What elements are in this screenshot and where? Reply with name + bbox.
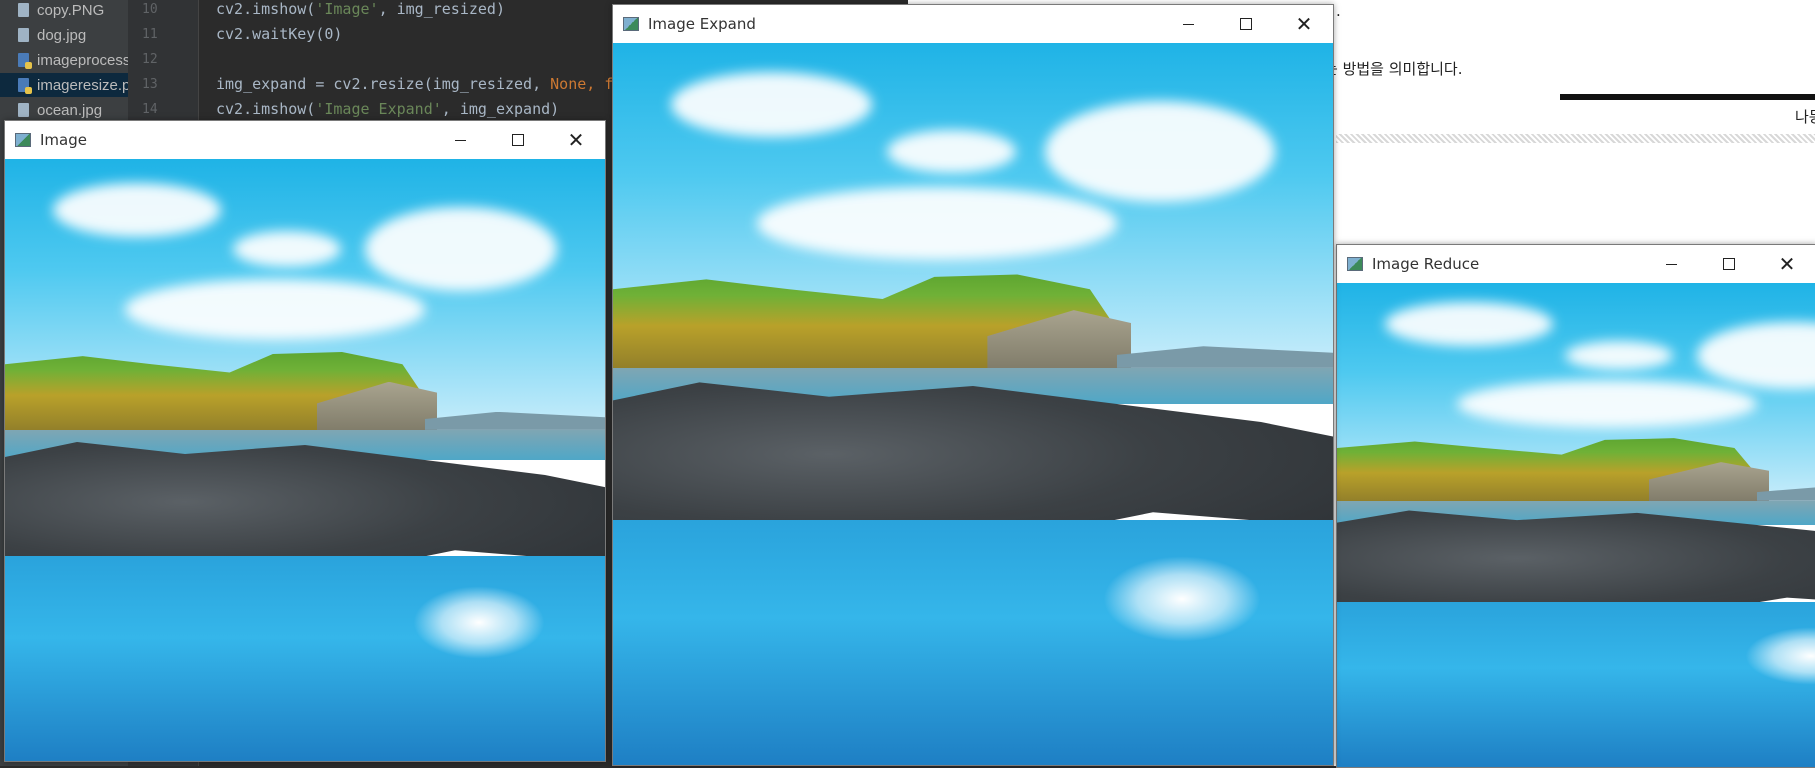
window-title: Image Reduce (1372, 255, 1480, 273)
document-divider (1336, 134, 1815, 143)
code-string: 'Image Expand' (315, 100, 442, 118)
app-icon (623, 17, 639, 31)
code-text: , img_resized) (378, 0, 505, 18)
code-line[interactable]: img_expand = cv2.resize(img_resized, Non… (216, 75, 613, 93)
image-canvas (1337, 283, 1815, 767)
line-number: 11 (142, 27, 158, 42)
code-line[interactable]: cv2.waitKey(0) (216, 25, 342, 43)
code-line[interactable]: cv2.imshow('Image', img_resized) (216, 0, 505, 18)
code-keyword: None, f (550, 75, 614, 93)
file-item-selected[interactable]: imageresize.py (0, 73, 128, 97)
line-number: 12 (142, 52, 158, 67)
window-titlebar[interactable]: Image Reduce ✕ (1337, 245, 1815, 283)
line-number: 14 (142, 102, 158, 117)
code-text: cv2.imshow( (216, 0, 316, 18)
maximize-button[interactable] (489, 121, 547, 159)
document-rule (1560, 94, 1815, 100)
file-item[interactable]: copy.PNG (0, 0, 128, 22)
file-name: copy.PNG (37, 1, 105, 19)
image-reduce-window[interactable]: Image Reduce ✕ (1336, 244, 1815, 768)
document-text: . (1336, 2, 1341, 20)
file-name: imageresize.py (37, 76, 128, 94)
landscape-image (1337, 283, 1815, 767)
minimize-button[interactable] (1642, 245, 1700, 283)
image-canvas (5, 159, 605, 761)
file-name: ocean.jpg (37, 101, 103, 119)
image-file-icon (18, 28, 29, 42)
maximize-button[interactable] (1217, 5, 1275, 43)
image-window[interactable]: Image ✕ (4, 120, 606, 762)
file-name: imageprocessin (37, 51, 128, 69)
close-button[interactable]: ✕ (547, 121, 605, 159)
code-text: cv2.imshow( (216, 100, 316, 118)
code-text: img_expand = cv2.resize(img_resized, (216, 75, 551, 93)
window-title: Image (40, 131, 87, 149)
image-expand-window[interactable]: Image Expand ✕ (612, 4, 1334, 766)
image-canvas (613, 43, 1333, 765)
code-text: , img_expand) (441, 100, 560, 118)
maximize-button[interactable] (1700, 245, 1758, 283)
document-text: 나등 (1795, 108, 1815, 126)
app-icon (1347, 257, 1363, 271)
line-number: 10 (142, 2, 158, 17)
close-button[interactable]: ✕ (1758, 245, 1815, 283)
landscape-image (613, 43, 1333, 765)
code-text: cv2.waitKey(0) (216, 25, 343, 43)
image-file-icon (18, 3, 29, 17)
python-file-icon (18, 53, 32, 69)
minimize-button[interactable] (1159, 5, 1217, 43)
app-icon (15, 133, 31, 147)
file-item[interactable]: ocean.jpg (0, 98, 128, 122)
file-item[interactable]: dog.jpg (0, 23, 128, 47)
window-title: Image Expand (648, 15, 756, 33)
close-button[interactable]: ✕ (1275, 5, 1333, 43)
code-line[interactable]: cv2.imshow('Image Expand', img_expand) (216, 100, 559, 118)
landscape-image (5, 159, 605, 761)
code-string: 'Image' (315, 0, 379, 18)
line-number: 13 (142, 77, 158, 92)
window-titlebar[interactable]: Image ✕ (5, 121, 605, 159)
image-file-icon (18, 103, 29, 117)
minimize-button[interactable] (431, 121, 489, 159)
document-text: 는 방법을 의미합니다. (1324, 60, 1463, 78)
file-name: dog.jpg (37, 26, 87, 44)
python-file-icon (18, 78, 32, 94)
file-item[interactable]: imageprocessin (0, 48, 128, 72)
window-titlebar[interactable]: Image Expand ✕ (613, 5, 1333, 43)
